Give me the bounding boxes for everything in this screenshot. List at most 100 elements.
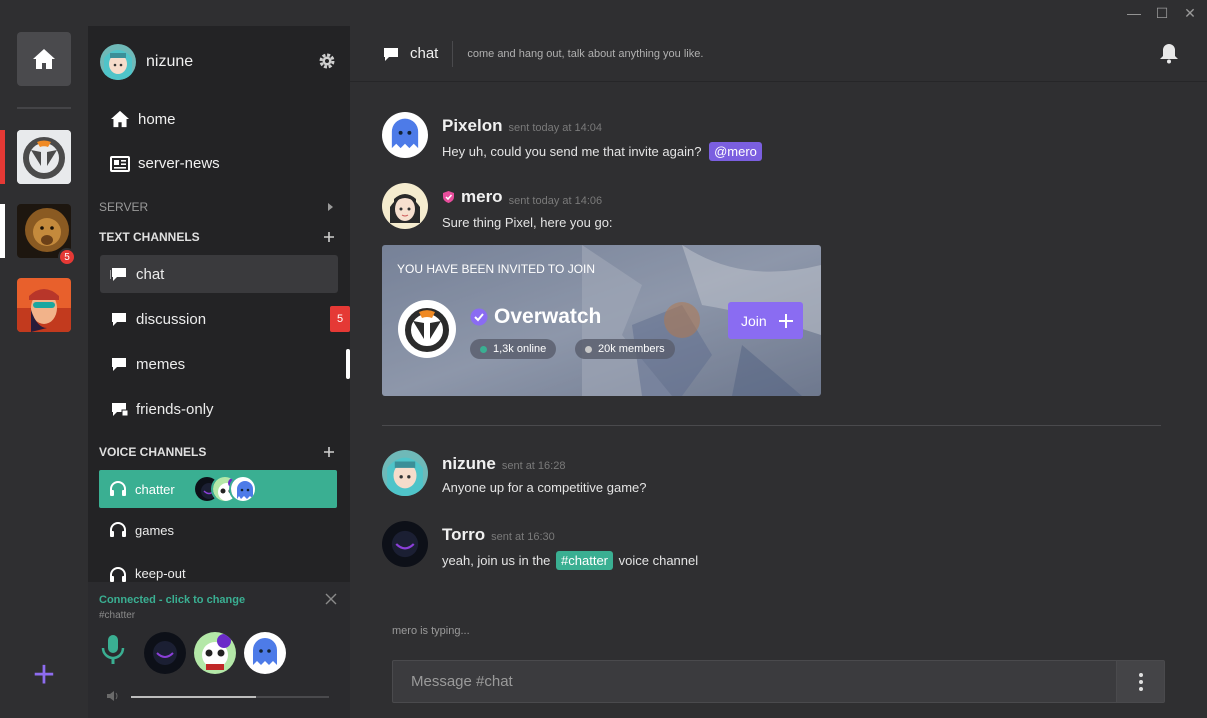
members-dot-icon [585,345,592,353]
message: Pixelon sent today at 14:04 Hey uh, could… [382,112,762,161]
channel-discussion[interactable]: discussion 5 [100,300,350,338]
channel-mention[interactable]: #chatter [556,551,614,570]
section-voice-label: VOICE CHANNELS [99,445,207,459]
channel-name: discussion [136,310,207,328]
message-author[interactable]: nizune [442,454,496,474]
channel-title-label: chat [410,45,439,62]
more-options-button[interactable] [1116,661,1164,702]
window-controls: — ☐ ✕ [1127,5,1197,22]
blue-blob-avatar-icon [230,477,255,501]
chat-bubble-icon [110,268,126,281]
volume-slider-fill [131,696,256,698]
nav-home[interactable]: home [110,110,176,128]
message: mero sent today at 14:06 Sure thing Pixe… [382,183,613,230]
message-text: Anyone up for a competitive game? [442,480,647,495]
avatar[interactable] [382,183,428,229]
nav-server-news-label: server-news [138,155,220,172]
username: nizune [146,53,194,70]
overwatch-logo-icon [398,300,456,358]
active-server-marker [0,130,5,184]
unread-count-badge: 5 [330,306,350,332]
server-unread-badge: 5 [58,248,76,266]
server-overwatch[interactable] [17,130,71,184]
channel-topic: come and hang out, talk about anything y… [467,47,704,60]
voice-connection-panel: Connected - click to change #chatter [88,582,350,718]
section-server[interactable]: SERVER [99,200,335,214]
message-text: Hey uh, could you send me that invite ag… [442,142,762,161]
voice-channel-games[interactable]: games [99,511,337,549]
headset-icon [110,481,126,496]
channel-name: chat [136,265,165,283]
anime-girl-avatar-icon [382,183,428,229]
connection-status[interactable]: Connected - click to change [99,594,245,606]
online-count-pill: 1,3k online [470,339,557,359]
member-count-pill: 20k members [575,339,675,359]
section-text-label: TEXT CHANNELS [99,230,200,244]
chat-bubble-icon [112,358,126,371]
rail-divider [17,107,71,109]
avatar[interactable] [228,475,257,503]
character-avatar-icon [17,278,71,332]
user-header: nizune [88,26,350,98]
join-button[interactable]: Join [728,302,803,339]
message-divider [382,425,1161,426]
voice-channel-name: keep-out [135,566,186,581]
message-input[interactable] [393,661,1116,702]
message-author[interactable]: Pixelon [442,116,502,136]
connection-channel: #chatter [99,610,136,621]
avatar[interactable] [144,632,186,674]
message: Torro sent at 16:30 yeah, join us in the … [382,521,698,570]
invite-server-name-label: Overwatch [494,305,602,328]
message-text-before: yeah, join us in the [442,553,551,568]
headset-icon [110,522,126,537]
message-header: mero sent today at 14:06 [442,187,613,209]
verified-shield-icon [443,191,454,203]
voice-channel-chatter[interactable]: chatter [99,470,337,508]
channel-name: friends-only [136,400,214,418]
invite-label: YOU HAVE BEEN INVITED TO JOIN [397,262,596,276]
add-server-button[interactable]: + [28,656,60,694]
gear-icon[interactable] [318,52,336,70]
message-author[interactable]: Torro [442,525,485,545]
avatar[interactable] [244,632,286,674]
verified-badge-icon [470,308,488,326]
server-girl[interactable] [17,278,71,332]
message-text-content: Hey uh, could you send me that invite ag… [442,144,702,159]
typing-indicator: mero is typing... [392,625,470,637]
message-text: Sure thing Pixel, here you go: [442,215,613,230]
message-timestamp: sent today at 14:04 [508,122,603,134]
chat-main: chat come and hang out, talk about anyth… [350,0,1207,718]
close-icon[interactable]: ✕ [1183,5,1197,21]
nav-server-news[interactable]: server-news [110,155,220,172]
user-mention[interactable]: @mero [709,142,762,161]
home-button[interactable] [17,32,71,86]
avatar[interactable] [382,521,428,567]
channel-memes[interactable]: memes [100,345,350,383]
minimize-icon[interactable]: — [1127,5,1141,21]
bell-icon[interactable] [1159,42,1179,64]
add-channel-icon[interactable] [323,446,335,458]
avatar[interactable] [194,632,236,674]
avatar[interactable] [382,112,428,158]
section-voice-channels: VOICE CHANNELS [99,445,335,459]
voice-channel-name: chatter [135,481,175,497]
message-header: Torro sent at 16:30 [442,525,698,545]
user-avatar-icon [100,44,136,80]
avatar[interactable] [100,44,136,80]
microphone-icon[interactable] [100,634,126,666]
maximize-icon[interactable]: ☐ [1155,5,1169,21]
locked-chat-icon [112,403,128,417]
voice-channel-keep-out[interactable]: keep-out [99,556,337,582]
channel-chat[interactable]: chat [100,255,338,293]
channel-friends-only[interactable]: friends-only [100,390,338,428]
message-composer [392,660,1165,703]
channel-panel: nizune home server-news SERVER TEXT CHAN… [88,26,350,718]
blue-blob-avatar-icon [244,632,286,674]
disconnect-icon[interactable] [324,592,338,606]
volume-icon[interactable] [106,690,120,702]
avatar[interactable] [382,450,428,496]
volume-slider[interactable] [131,696,329,698]
message-author[interactable]: mero [442,187,503,207]
server-invite-card: YOU HAVE BEEN INVITED TO JOIN Overwatch … [382,245,821,396]
add-channel-icon[interactable] [323,231,335,243]
